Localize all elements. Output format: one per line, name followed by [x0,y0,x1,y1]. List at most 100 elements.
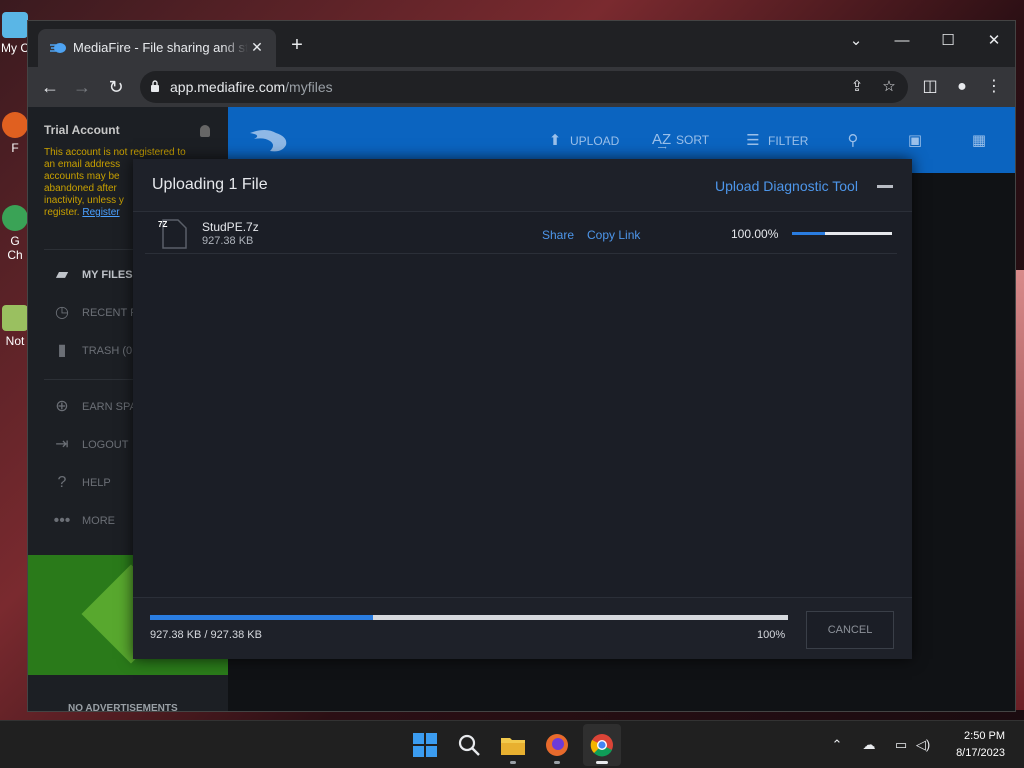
upload-dialog-footer: 927.38 KB / 927.38 KB 100% CANCEL [133,597,912,659]
trash-icon: ▮ [57,342,67,359]
new-tab-button[interactable]: + [286,35,308,57]
upload-dialog-header: Uploading 1 File Upload Diagnostic Tool [133,159,912,212]
more-icon: ••• [53,512,71,529]
window-minimize-button[interactable]: — [882,27,922,55]
total-progress-bar [150,615,788,620]
filter-label: FILTER [768,134,809,148]
notification-bell-icon[interactable] [200,125,210,137]
active-indicator [596,761,608,764]
total-upload-percent: 100% [757,629,786,641]
search-icon[interactable]: ⚲ [844,131,862,149]
sidebar-item-label: MY FILES [82,269,133,281]
file-explorer-icon[interactable] [499,731,527,759]
folder-icon: ▰ [55,266,69,283]
grid-view-icon[interactable]: ▦ [970,131,988,149]
share-link[interactable]: Share [542,228,574,242]
notepad-shortcut-icon [2,305,28,331]
chrome-shortcut-icon [2,205,28,231]
file-name: StudPE.7z [202,220,259,234]
filter-icon: ☰ [746,132,760,149]
desktop-icon-label: F [11,141,19,155]
desktop-icon-notepad[interactable]: Not [0,305,30,348]
reload-icon[interactable]: ↻ [104,75,128,99]
upload-dialog: Uploading 1 File Upload Diagnostic Tool … [133,159,912,659]
new-folder-icon[interactable]: ▣ [906,131,924,149]
search-icon[interactable] [455,731,483,759]
filter-button[interactable]: ☰ FILTER [744,131,808,149]
forward-arrow-icon[interactable]: → [70,75,94,99]
windows-start-icon[interactable] [411,731,439,759]
clock-date[interactable]: 8/17/2023 [945,747,1005,759]
chrome-menu-icon[interactable]: ⋮ [982,75,1006,99]
clock-time[interactable]: 2:50 PM [955,730,1005,742]
sidebar-item-label: MORE [82,515,115,527]
sort-button[interactable]: A͢Z SORT [652,131,709,149]
show-hidden-icons-chevron-icon[interactable]: ⌃ [829,737,845,753]
side-panel-icon[interactable]: ◫ [918,75,942,99]
profile-avatar-icon[interactable]: ● [950,75,974,99]
tab-close-icon[interactable]: ✕ [248,38,266,56]
mediafire-favicon-icon [50,43,66,53]
trial-notice-line: register. [44,207,80,218]
taskbar: ⌃ ☁ ▭ ◁) 2:50 PM 8/17/2023 [0,720,1024,768]
upload-button[interactable]: ⬆ UPLOAD [546,131,620,149]
desktop-icon-chrome[interactable]: G Ch [0,205,30,262]
firefox-icon[interactable] [543,731,571,759]
onedrive-icon[interactable]: ☁ [861,737,877,753]
chrome-icon[interactable] [588,731,616,759]
minimize-dialog-icon[interactable] [877,185,893,188]
desktop-icon-label: G Ch [7,234,23,262]
archive-file-icon: 7Z [158,219,187,249]
lock-icon [151,80,159,92]
upload-dialog-title: Uploading 1 File [152,176,268,193]
volume-icon[interactable]: ◁) [915,737,931,753]
file-progress-bar [792,232,892,235]
url-text: app.mediafire.com/myfiles [170,79,333,95]
running-indicator [554,761,560,764]
tab-search-dropdown-icon[interactable]: ⌄ [836,27,876,55]
desktop-icon-label: My C [1,41,29,55]
desktop-icon-my-computer[interactable]: My C [0,12,30,55]
share-page-icon[interactable]: ⇪ [848,78,866,96]
url-host: app.mediafire.com [170,79,286,95]
cancel-button[interactable]: CANCEL [806,611,894,649]
browser-toolbar: ← → ↻ app.mediafire.com/myfiles ⇪ ☆ ◫ ● … [28,67,1015,107]
help-icon: ? [57,474,67,491]
url-path: /myfiles [285,79,333,95]
copy-link[interactable]: Copy Link [587,228,640,242]
no-advertisements-label: NO ADVERTISEMENTS [68,703,178,711]
desktop-icon-firefox[interactable]: F [0,112,30,155]
register-link[interactable]: Register [82,207,119,218]
upload-icon: ⬆ [548,132,562,149]
upload-label: UPLOAD [570,134,620,148]
sort-az-icon: A͢Z [652,131,672,148]
sidebar-item-label: TRASH (0 [82,345,133,357]
mediafire-logo-icon[interactable] [246,125,290,155]
address-bar[interactable]: app.mediafire.com/myfiles ⇪ ☆ [140,71,908,103]
upload-file-row: 7Z StudPE.7z 927.38 KB Share Copy Link 1… [145,212,897,254]
firefox-shortcut-icon [2,112,28,138]
file-type-label: 7Z [158,220,167,229]
sidebar-item-label: EARN SPA [82,401,137,413]
sort-label: SORT [676,133,710,147]
sidebar-item-label: RECENT F [82,307,137,319]
window-close-button[interactable]: ✕ [974,27,1014,55]
tab-mediafire[interactable]: MediaFire - File sharing and stora ✕ [38,29,276,67]
total-uploaded-size: 927.38 KB / 927.38 KB [150,629,262,641]
back-arrow-icon[interactable]: ← [38,75,62,99]
tab-title: MediaFire - File sharing and stora [73,40,248,55]
sidebar-item-label: LOGOUT [82,439,129,451]
file-progress-fill [792,232,825,235]
logout-icon: ⇥ [55,436,69,453]
upload-diagnostic-tool-link[interactable]: Upload Diagnostic Tool [715,178,858,194]
total-progress-fill [150,615,374,620]
file-upload-percent: 100.00% [731,227,779,241]
plus-circle-icon: ⊕ [55,398,69,415]
tab-strip: MediaFire - File sharing and stora ✕ + ⌄… [28,21,1015,67]
sidebar-item-label: HELP [82,477,111,489]
trial-notice-line: This account is not registered to [44,147,186,158]
clock-icon: ◷ [55,304,69,321]
window-maximize-button[interactable]: ☐ [928,27,968,55]
network-icon[interactable]: ▭ [893,737,909,753]
bookmark-star-icon[interactable]: ☆ [880,78,898,96]
